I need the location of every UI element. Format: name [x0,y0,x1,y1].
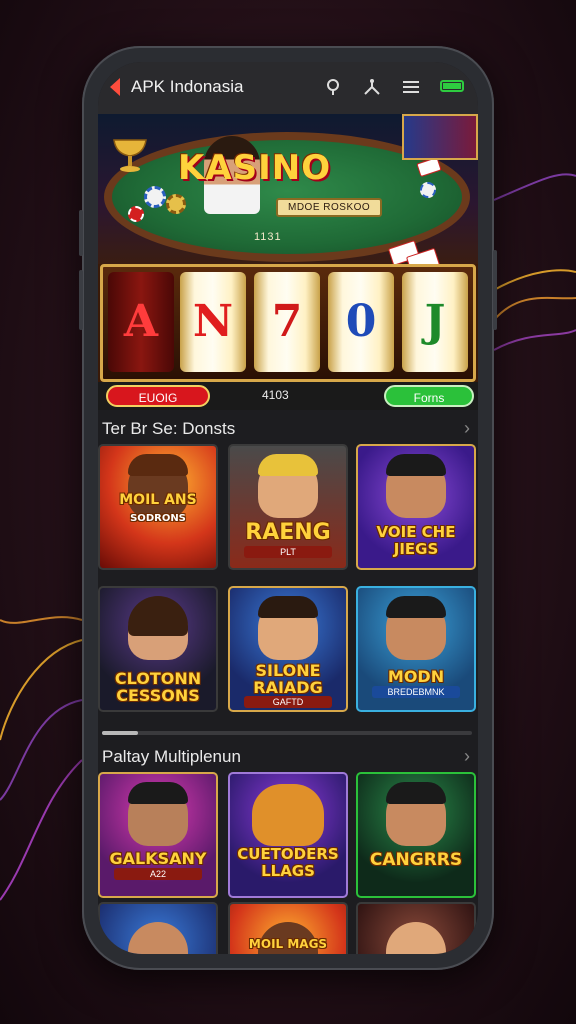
casino-sub-plaque: MDOE ROSKOO [276,198,383,217]
battery-icon [440,80,464,92]
goblet-icon [113,139,147,172]
game-tile[interactable]: CANGRRS [356,772,476,898]
reel-symbol: N [192,296,234,347]
game-tile[interactable]: SILONE RAIADG GAFTD [228,586,348,712]
game-tile[interactable]: CUETODERS LLAGS [228,772,348,898]
character-hair [258,596,318,618]
game-title: CLOTONN CESSONS [114,669,202,705]
character-hair [128,782,188,804]
phone-power-button [493,250,497,330]
game-subtitle: GAFTD [244,696,332,708]
game-subtitle: PLT [244,546,332,558]
scrollbar-thumb[interactable] [102,731,138,735]
phone-side-button [79,270,83,330]
location-icon[interactable] [324,77,342,102]
game-tile[interactable]: MOIL ANS SODRONS [98,444,218,570]
chip-stack-icon [144,186,166,208]
app-logo-icon [110,78,120,96]
section-title: Paltay Multiplenun [102,747,241,766]
casino-logo: KASINO [178,148,332,188]
character-hair [258,454,318,476]
phone-side-button [79,210,83,256]
game-subtitle: A22 [114,868,202,880]
game-tile[interactable] [98,902,218,954]
chip-icon [420,182,436,198]
character-hair [386,782,446,804]
reel-symbol: A [123,296,159,347]
character-hair [386,596,446,618]
game-title: RAENG [245,520,331,545]
menu-icon[interactable] [402,77,420,102]
game-title: CANGRRS [369,850,463,870]
tiger-portrait [252,784,324,846]
phone-screen: APK Indonasia KASINO MDOE ROSKOO 1131 A … [98,62,478,954]
game-title: MODN [387,667,445,686]
game-tile[interactable] [356,902,476,954]
slot-machine[interactable]: A N 7 0 J EUOIG 4103 Forns [98,264,478,410]
reel-symbol: J [424,296,446,347]
section-title: Ter Br Se: Donsts [102,419,236,438]
chip-stack-icon [166,194,186,214]
chevron-right-icon[interactable]: › [464,746,470,767]
horizontal-scrollbar[interactable] [102,731,472,735]
game-tile[interactable]: MOIL MAGS [228,902,348,954]
section-header[interactable]: Ter Br Se: Donsts › [98,414,478,444]
slot-reel: 0 [328,272,394,372]
slot-control-bar: EUOIG 4103 Forns [98,382,478,410]
character-portrait [386,922,446,954]
game-tile[interactable]: VOIE CHE JIEGS [356,444,476,570]
chip-stack-icon [128,206,144,222]
share-icon[interactable] [362,77,382,102]
game-subtitle: SODRONS [130,513,186,524]
character-hat [128,454,188,476]
slot-center-value: 4103 [262,388,289,402]
status-bar: APK Indonasia [98,62,478,114]
chevron-right-icon[interactable]: › [464,418,470,439]
game-tile[interactable]: CLOTONN CESSONS [98,586,218,712]
game-title: MOIL MAGS [248,937,328,951]
section-header[interactable]: Paltay Multiplenun › [98,742,478,772]
game-tile[interactable]: RAENG PLT [228,444,348,570]
character-hair [386,454,446,476]
slot-left-button[interactable]: EUOIG [106,385,210,407]
table-number: 1131 [254,231,282,243]
game-title: SILONE RAIADG [253,661,323,697]
slot-reel: A [108,272,174,372]
game-title: VOIE CHE JIEGS [376,523,456,558]
game-title: MOIL ANS [119,492,197,508]
slot-reel: J [402,272,468,372]
character-hair [128,596,188,636]
game-title: CUETODERS LLAGS [237,845,339,880]
screen-deco [402,114,478,160]
reel-symbol: 7 [271,296,303,347]
game-subtitle: BREDEBMNK [372,686,460,698]
slot-reel: N [180,272,246,372]
slot-reel: 7 [254,272,320,372]
slot-right-button[interactable]: Forns [384,385,474,407]
reel-symbol: 0 [345,296,377,347]
game-tile[interactable]: MODN BREDEBMNK [356,586,476,712]
character-portrait [128,922,188,954]
game-title: GALKSANY [109,849,207,868]
game-tile[interactable]: GALKSANY A22 [98,772,218,898]
app-title: APK Indonasia [131,77,244,96]
casino-hero-banner[interactable]: KASINO MDOE ROSKOO 1131 [98,114,478,264]
